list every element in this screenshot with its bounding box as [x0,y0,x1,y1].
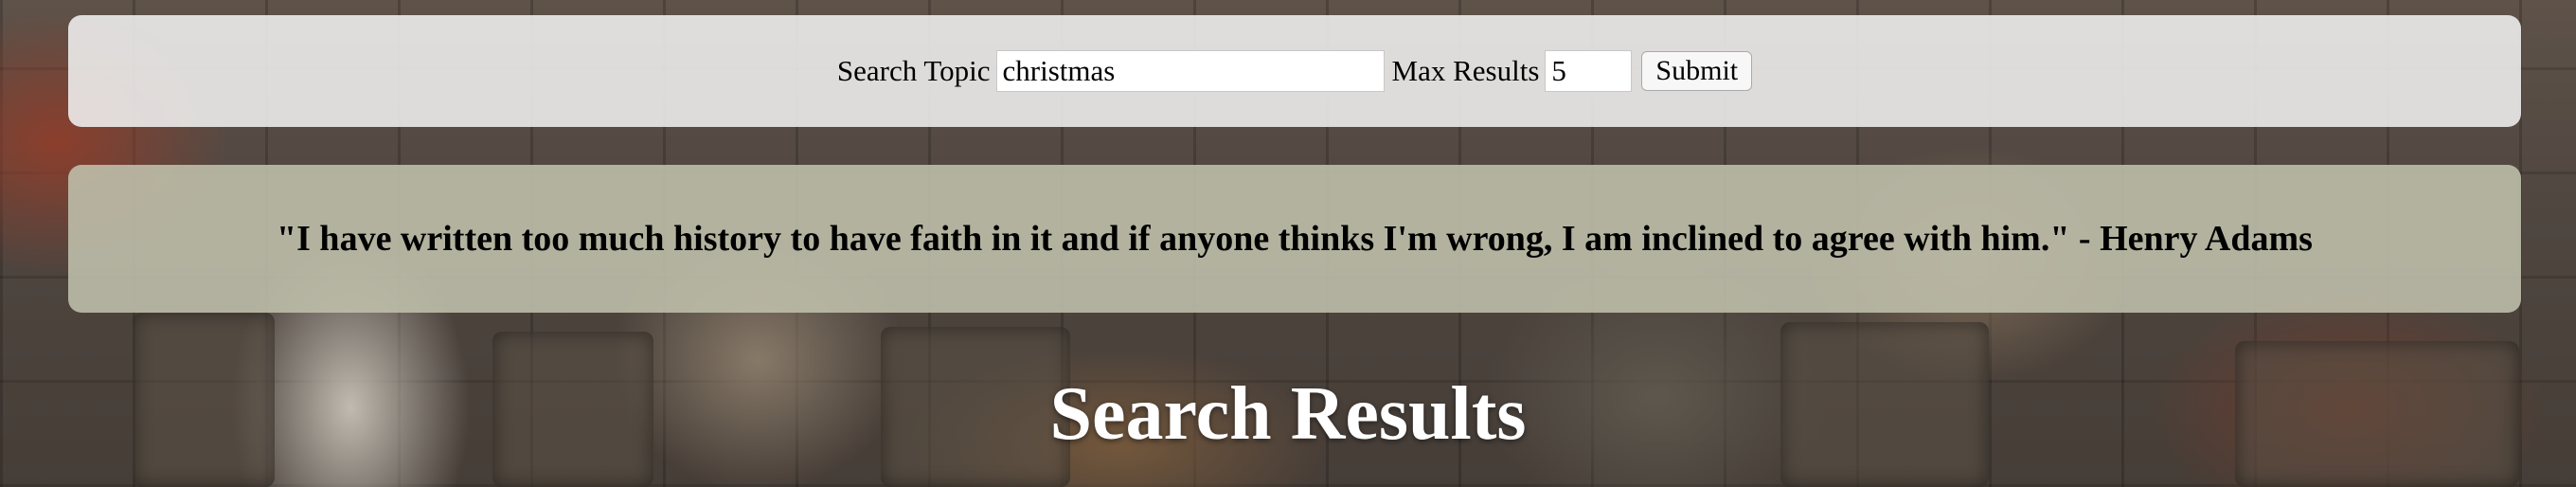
search-form: Search Topic Max Results Submit [68,15,2521,127]
max-results-label: Max Results [1391,54,1540,87]
quote-text: "I have written too much history to have… [277,219,2313,259]
quote-banner: "I have written too much history to have… [68,165,2521,313]
max-results-input[interactable] [1545,50,1633,92]
search-topic-input[interactable] [995,50,1385,92]
submit-button[interactable]: Submit [1641,51,1753,91]
search-topic-label: Search Topic [836,54,991,87]
search-results-heading: Search Results [1049,372,1527,456]
